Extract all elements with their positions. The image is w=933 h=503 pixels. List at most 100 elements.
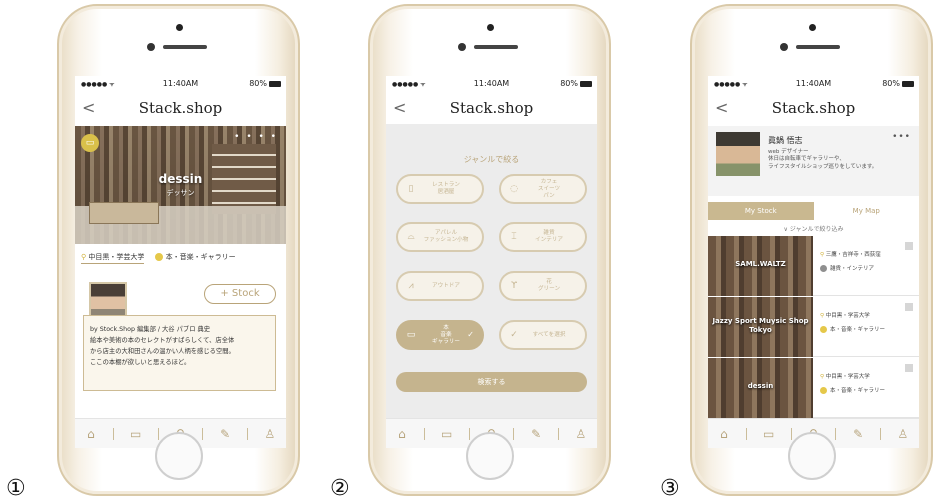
camera-lens [147, 43, 155, 51]
checkbox[interactable] [905, 242, 913, 250]
genre-option-restaurant[interactable]: ▯ レストラン 居酒屋 [396, 174, 484, 204]
user-icon[interactable]: ♙ [893, 424, 913, 444]
chair-icon: ⌶ [511, 232, 517, 242]
app-logo: Stack.shop [771, 99, 856, 117]
stocked-shop-item[interactable]: dessin ⚲ 中目黒・学芸大学 本・音楽・ギャラリー [708, 358, 919, 418]
comment-icon[interactable]: ▭ [437, 424, 457, 444]
stocked-shop-item[interactable]: SAML.WALTZ ⚲ 三鷹・吉祥寺・西荻窪 雑貨・インテリア [708, 236, 919, 296]
category-dot-icon [820, 326, 827, 333]
genre-filter-title: ジャンルで絞る [463, 155, 520, 164]
stocked-shop-item[interactable]: Jazzy Sport Muysic Shop Tokyo ⚲ 中目黒・学芸大学… [708, 297, 919, 357]
shop-thumbnail: dessin [708, 358, 813, 418]
tab-my-stock[interactable]: My Stock [708, 202, 814, 220]
home-icon[interactable]: ⌂ [714, 424, 734, 444]
shop-name: dessin [158, 172, 203, 186]
shop-thumbnail-label: SAML.WALTZ [735, 260, 786, 268]
location-pin-icon: ⚲ [820, 252, 825, 258]
comment-author: by Stock.Shop 編集部 / 大谷 パブロ 典史 [90, 326, 211, 333]
battery-indicator: 80% [560, 79, 592, 88]
comment-line: ここの本棚が欲しいと思えるほど。 [90, 359, 191, 366]
earpiece-speaker [796, 45, 840, 49]
genre-option-apparel[interactable]: ⌓ アパレル ファッション小物 [396, 222, 484, 252]
comment-line: 絵本や美術の本のセレクトがすばらしくて、店全体 [90, 337, 235, 344]
check-icon: ✓ [467, 330, 474, 339]
screen-user-profile: ●●●●● ᯤ 11:40AM 80% < Stack.shop 眞鍋 悟志 w… [708, 76, 919, 448]
comment-icon[interactable]: ▭ [126, 424, 146, 444]
genre-option-interior[interactable]: ⌶ 雑貨 インテリア [499, 222, 587, 252]
location-pin-icon: ⚲ [81, 253, 87, 261]
battery-icon [269, 80, 281, 87]
user-name: 眞鍋 悟志 [768, 136, 803, 145]
shop-thumbnail: Jazzy Sport Muysic Shop Tokyo [708, 297, 813, 357]
category-dot-icon [820, 265, 827, 272]
user-icon[interactable]: ♙ [260, 424, 280, 444]
category-tag[interactable]: 本・音楽・ギャラリー [166, 253, 236, 261]
battery-icon [580, 80, 592, 87]
genre-option-outdoor[interactable]: ⩘ アウトドア [396, 271, 484, 301]
figure-number-2: ② [330, 476, 350, 501]
home-icon[interactable]: ⌂ [81, 424, 101, 444]
plant-icon: ϒ [510, 281, 518, 291]
shop-thumbnail: SAML.WALTZ [708, 236, 813, 296]
comment-icon[interactable]: ▭ [759, 424, 779, 444]
front-camera [175, 24, 183, 31]
app-logo: Stack.shop [449, 99, 534, 117]
user-avatar[interactable] [716, 132, 760, 176]
pen-icon[interactable]: ✎ [215, 424, 235, 444]
shop-category: 本・音楽・ギャラリー [820, 386, 885, 394]
figure-number-1: ① [6, 476, 26, 501]
apparel-icon: ⌓ [407, 232, 415, 242]
category-dot-icon [820, 387, 827, 394]
check-icon: ✓ [510, 330, 518, 340]
book-icon: ▭ [406, 330, 416, 340]
category-dot-icon [154, 253, 163, 261]
genre-option-flower[interactable]: ϒ 花 グリーン [499, 271, 587, 301]
pen-icon[interactable]: ✎ [848, 424, 868, 444]
checkbox[interactable] [905, 303, 913, 311]
status-bar: ●●●●● ᯤ 11:40AM 80% [75, 76, 286, 92]
nav-bar: < Stack.shop [75, 94, 286, 124]
shop-thumbnail-label: Jazzy Sport Muysic Shop Tokyo [712, 317, 809, 334]
cafe-icon: ◌ [510, 184, 518, 194]
home-button[interactable] [787, 432, 836, 480]
battery-indicator: 80% [249, 79, 281, 88]
image-pager-dots[interactable]: • • • • [234, 132, 278, 142]
nav-bar: < Stack.shop [708, 94, 919, 124]
status-bar: ●●●●● ᯤ 11:40AM 80% [708, 76, 919, 92]
shop-location: ⚲ 中目黒・学芸大学 [820, 313, 870, 319]
camera-lens [458, 43, 466, 51]
battery-icon [902, 80, 914, 87]
checkbox[interactable] [905, 364, 913, 372]
home-button[interactable] [465, 432, 514, 480]
user-profile-card: 眞鍋 悟志 web デザイナー 休日は自転車でギャラリーや、 ライフスタイルショ… [708, 126, 919, 196]
stock-button[interactable]: + Stock [204, 284, 276, 304]
select-all-option[interactable]: ✓ すべてを選択 [499, 320, 587, 350]
user-icon[interactable]: ♙ [571, 424, 591, 444]
shop-hero-image: ▭ • • • • dessin デッサン [75, 126, 286, 244]
figure-number-3: ③ [660, 476, 680, 501]
pen-icon[interactable]: ✎ [526, 424, 546, 444]
status-bar: ●●●●● ᯤ 11:40AM 80% [386, 76, 597, 92]
restaurant-icon: ▯ [408, 184, 414, 194]
genre-filter-toggle[interactable]: ∨ ジャンルで絞り込み [708, 224, 919, 233]
user-bio: 休日は自転車でギャラリーや、 ライフスタイルショップ巡りをしています。 [768, 156, 878, 170]
shop-location: ⚲ 中目黒・学芸大学 [820, 374, 870, 380]
genre-option-cafe[interactable]: ◌ カフェ スイーツ パン [499, 174, 587, 204]
shop-category: 雑貨・インテリア [820, 264, 874, 272]
home-icon[interactable]: ⌂ [392, 424, 412, 444]
more-options-icon[interactable]: ••• [892, 132, 911, 142]
camera-lens [780, 43, 788, 51]
comment-badge-icon[interactable]: ▭ [81, 134, 99, 152]
genre-option-books[interactable]: ▭ 本 音楽 ギャラリー ✓ [396, 320, 484, 350]
shop-thumbnail-label: dessin [747, 382, 774, 390]
earpiece-speaker [163, 45, 207, 49]
front-camera [486, 24, 494, 31]
app-logo: Stack.shop [138, 99, 223, 117]
profile-tabs: My Stock My Map [708, 202, 919, 220]
location-tag[interactable]: ⚲ 中目黒・学芸大学 [81, 253, 145, 264]
front-camera [808, 24, 816, 31]
home-button[interactable] [154, 432, 203, 480]
tab-my-map[interactable]: My Map [813, 202, 919, 220]
search-button[interactable]: 検索する [396, 372, 587, 392]
shop-category: 本・音楽・ギャラリー [820, 325, 885, 333]
